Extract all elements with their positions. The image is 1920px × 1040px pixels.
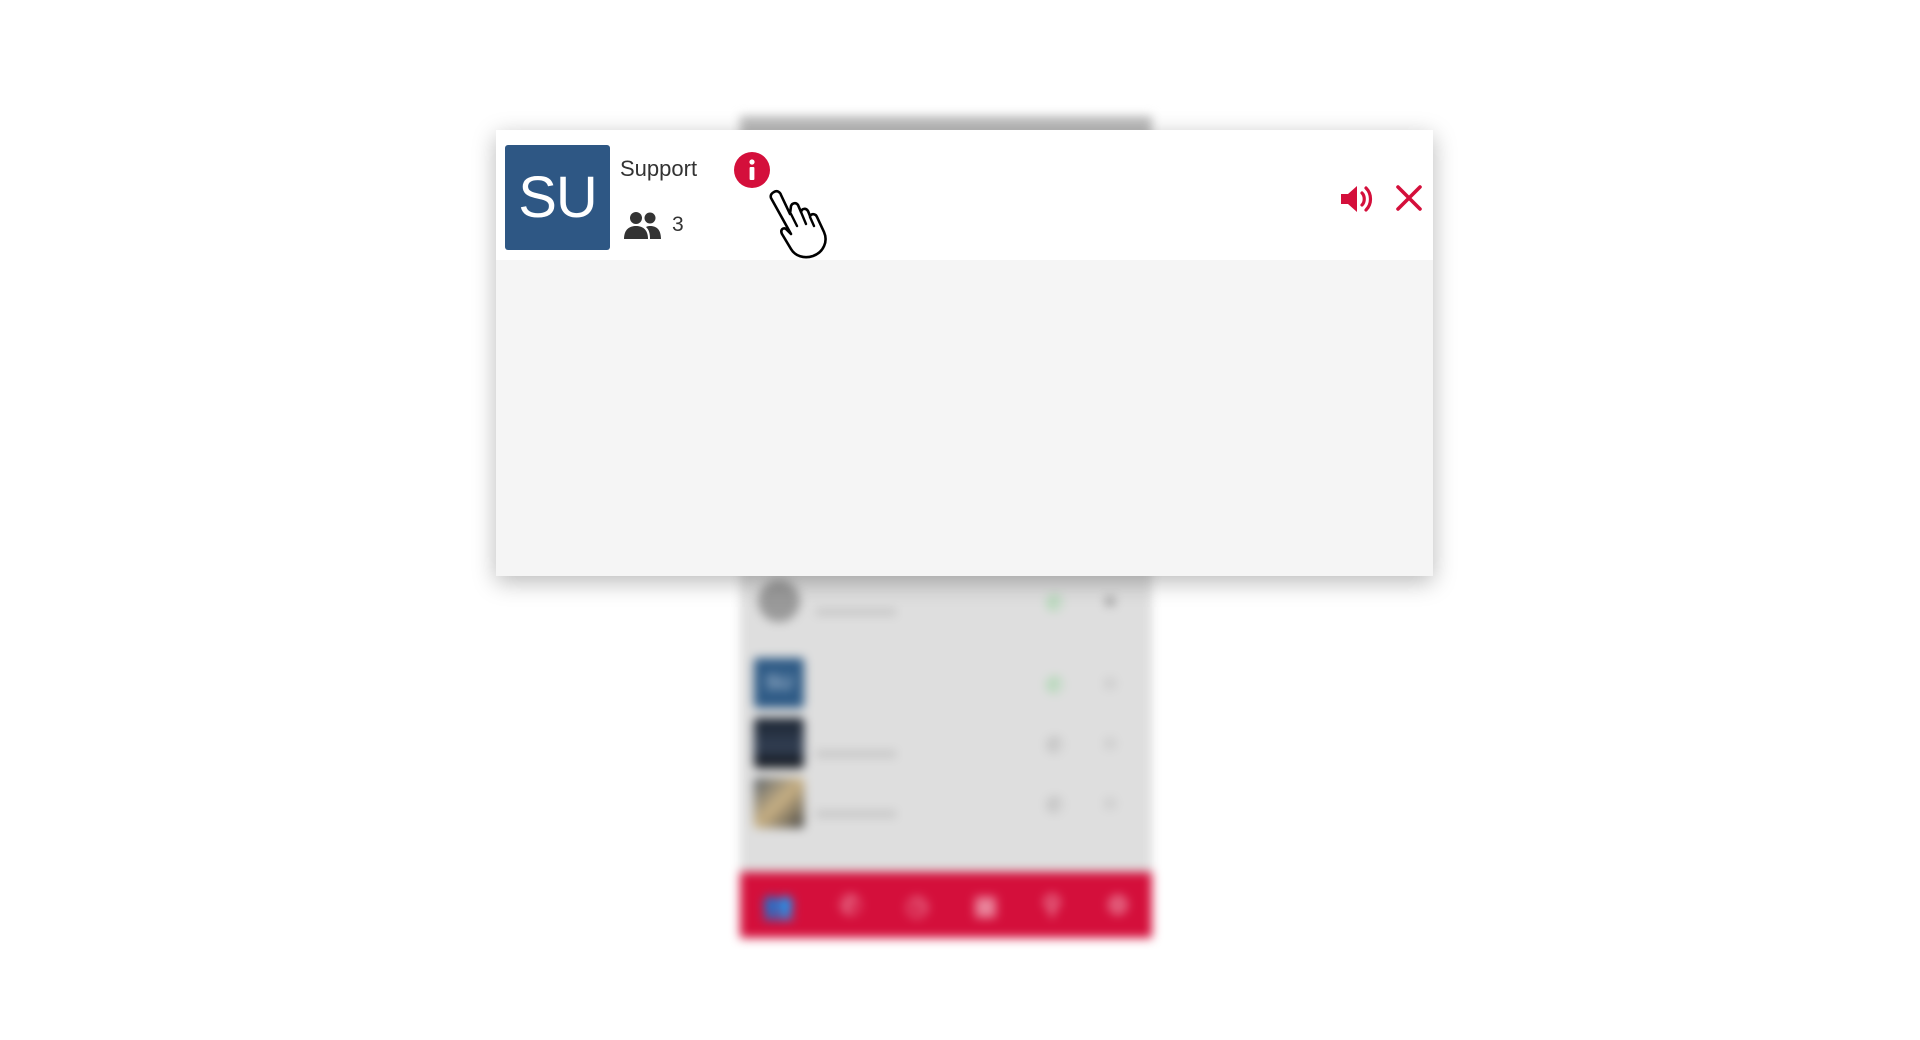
phone-icon: ✆ bbox=[1046, 735, 1063, 757]
hand-pointer-icon bbox=[769, 189, 827, 259]
contacts-icon: 👥 bbox=[762, 889, 795, 920]
background-tab-bar: 👥 ✆ ◷ ▦ ⚲ ⚙ bbox=[740, 872, 1152, 938]
member-count: 3 bbox=[622, 210, 684, 240]
speaker-icon[interactable] bbox=[1338, 180, 1376, 218]
list-separator bbox=[740, 631, 1152, 653]
list-item: ✆ ★ bbox=[740, 571, 1152, 631]
phone-icon: ✆ bbox=[839, 889, 862, 920]
info-icon[interactable] bbox=[734, 152, 770, 188]
close-icon[interactable] bbox=[1393, 182, 1425, 214]
star-icon: ☆ bbox=[1102, 733, 1119, 753]
group-popup-card: SU Support 3 bbox=[496, 130, 1433, 576]
group-icon bbox=[624, 212, 661, 239]
avatar bbox=[754, 778, 804, 828]
list-item: ✆ ☆ bbox=[740, 713, 1152, 773]
avatar bbox=[754, 718, 804, 768]
star-icon: ☆ bbox=[1102, 793, 1119, 813]
card-body bbox=[496, 260, 1433, 576]
history-icon: ◷ bbox=[905, 889, 929, 920]
avatar bbox=[758, 580, 800, 622]
phone-icon: ✆ bbox=[1046, 795, 1063, 817]
phone-icon: ✆ bbox=[1046, 593, 1063, 615]
card-header: SU Support 3 bbox=[496, 130, 1433, 260]
avatar: SU bbox=[754, 658, 804, 708]
star-icon: ★ bbox=[1102, 591, 1119, 611]
directory-icon: ▦ bbox=[973, 889, 998, 920]
list-item: SU ✆ ☆ bbox=[740, 653, 1152, 713]
background-contact-list: ✆ ★ SU ✆ ☆ ✆ ☆ ✆ ☆ bbox=[740, 571, 1152, 833]
search-icon: ⚲ bbox=[1042, 889, 1062, 920]
phone-icon: ✆ bbox=[1046, 675, 1063, 697]
member-count-value: 3 bbox=[672, 213, 684, 236]
group-name: Support bbox=[620, 156, 698, 181]
list-item: ✆ ☆ bbox=[740, 773, 1152, 833]
star-icon: ☆ bbox=[1102, 673, 1119, 693]
group-avatar: SU bbox=[505, 145, 610, 250]
settings-icon: ⚙ bbox=[1106, 889, 1130, 920]
